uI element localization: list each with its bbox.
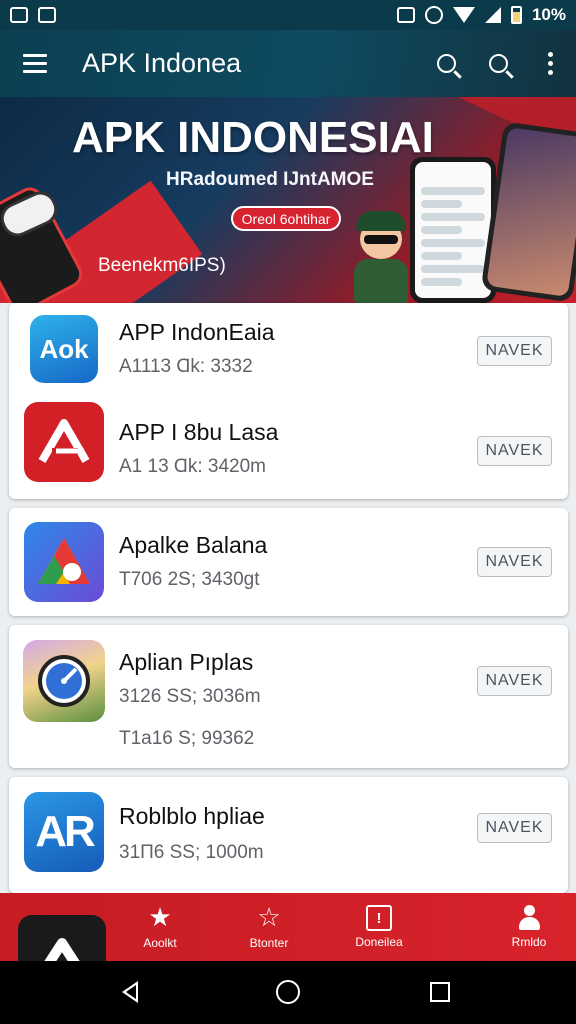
triangle-logo-icon	[38, 538, 90, 584]
hamburger-icon	[23, 54, 47, 57]
battery-icon	[510, 6, 522, 24]
download-button[interactable]: NAVEK	[477, 436, 552, 466]
app-name: Apalke Balana	[119, 532, 268, 558]
gallery-icon	[10, 7, 28, 23]
list-item[interactable]: AR Roblblo hpliae 31П6 SS; 1000m NAVEK	[9, 777, 568, 893]
people-icon	[514, 905, 544, 931]
recents-button[interactable]	[420, 977, 460, 1007]
app-icon-compass	[23, 640, 105, 722]
recents-icon	[430, 982, 450, 1002]
download-button[interactable]: NAVEK	[477, 547, 552, 577]
back-icon	[122, 981, 138, 1003]
battery-level: 10%	[531, 5, 566, 24]
vibrate-icon	[396, 7, 415, 23]
app-name: APP I 8bu Lasa	[119, 419, 279, 445]
compass-icon	[38, 655, 90, 707]
more-vert-icon	[547, 52, 553, 75]
status-bar: 10%	[0, 0, 576, 30]
banner-subtitle: HRadoumed IJntAMOE	[166, 169, 374, 190]
app-name: Roblblo hpliae	[119, 803, 265, 829]
list-item[interactable]: Aok APP IndonEaia A1113 Ɑk: 3332 NAVEK	[9, 303, 568, 399]
app-icon-red-logo	[24, 402, 104, 482]
search-button-2[interactable]	[472, 30, 524, 97]
app-meta: 31П6 SS; 1000m	[119, 842, 264, 863]
list-item[interactable]: Apalke Balana T706 2S; 3430gt NAVEK	[9, 508, 568, 616]
back-button[interactable]	[110, 977, 150, 1007]
home-icon	[276, 980, 300, 1004]
menu-button[interactable]	[0, 30, 70, 97]
app-card: Apalke Balana T706 2S; 3430gt NAVEK	[9, 508, 568, 616]
banner-title: APK INDONESIAI	[72, 113, 434, 162]
list-item[interactable]: Aplian Pıplas 3126 SS; 3036m T1a16 S; 99…	[9, 625, 568, 768]
wifi-icon	[452, 7, 475, 23]
image-icon	[38, 7, 56, 23]
promo-banner[interactable]: APK INDONESIAI HRadoumed IJntAMOE Oreol …	[0, 97, 576, 303]
nav-item-doneilea[interactable]: ! Doneilea	[334, 893, 424, 961]
alarm-icon	[424, 6, 443, 24]
banner-footer-text: Beenekm6IPS)	[98, 255, 226, 276]
app-meta: T706 2S; 3430gt	[119, 569, 260, 590]
system-navigation	[0, 961, 576, 1024]
star-icon: ★	[148, 902, 172, 932]
bottom-navigation: ★ Aoolkt ☆ Btonter ! Doneilea Rmldo	[0, 893, 576, 977]
app-card: AR Roblblo hpliae 31П6 SS; 1000m NAVEK	[9, 777, 568, 893]
app-title: APK Indonea	[82, 48, 242, 78]
star-outline-icon: ☆	[257, 902, 281, 932]
list-item[interactable]: APP I 8bu Lasa A1 13 Ɑk: 3420m NAVEK	[9, 399, 568, 495]
app-name: Aplian Pıplas	[119, 649, 254, 675]
box-icon: !	[366, 905, 392, 931]
app-meta: A1113 Ɑk: 3332	[119, 356, 253, 377]
search-button[interactable]	[420, 30, 472, 97]
download-button[interactable]: NAVEK	[477, 666, 552, 696]
app-bar: APK Indonea	[0, 30, 576, 97]
a-logo-icon	[38, 419, 90, 464]
search-icon	[488, 54, 508, 73]
signal-icon	[484, 7, 501, 23]
app-icon-ar: AR	[24, 792, 104, 872]
app-meta: A1 13 Ɑk: 3420m	[119, 456, 266, 477]
banner-cta-button[interactable]: Oreol 6ohtihar	[231, 206, 341, 231]
phone-photo-illustration	[480, 121, 576, 303]
app-meta: 3126 SS; 3036m	[119, 686, 261, 707]
app-card: Aok APP IndonEaia A1113 Ɑk: 3332 NAVEK A…	[9, 303, 568, 499]
app-name: APP IndonEaia	[119, 319, 275, 345]
more-options-button[interactable]	[524, 30, 576, 97]
search-icon	[436, 54, 456, 73]
download-button[interactable]: NAVEK	[477, 813, 552, 843]
app-icon-aok: Aok	[30, 315, 98, 383]
nav-item-aoolkt[interactable]: ★ Aoolkt	[115, 893, 205, 961]
download-button[interactable]: NAVEK	[477, 336, 552, 366]
mascot-illustration	[346, 205, 416, 303]
app-card: Aplian Pıplas 3126 SS; 3036m T1a16 S; 99…	[9, 625, 568, 768]
nav-item-rmldo[interactable]: Rmldo	[484, 893, 574, 961]
home-button[interactable]	[268, 977, 308, 1007]
nav-item-btonter[interactable]: ☆ Btonter	[224, 893, 314, 961]
app-meta-secondary: T1a16 S; 99362	[119, 728, 255, 749]
app-icon-triangle	[24, 522, 104, 602]
